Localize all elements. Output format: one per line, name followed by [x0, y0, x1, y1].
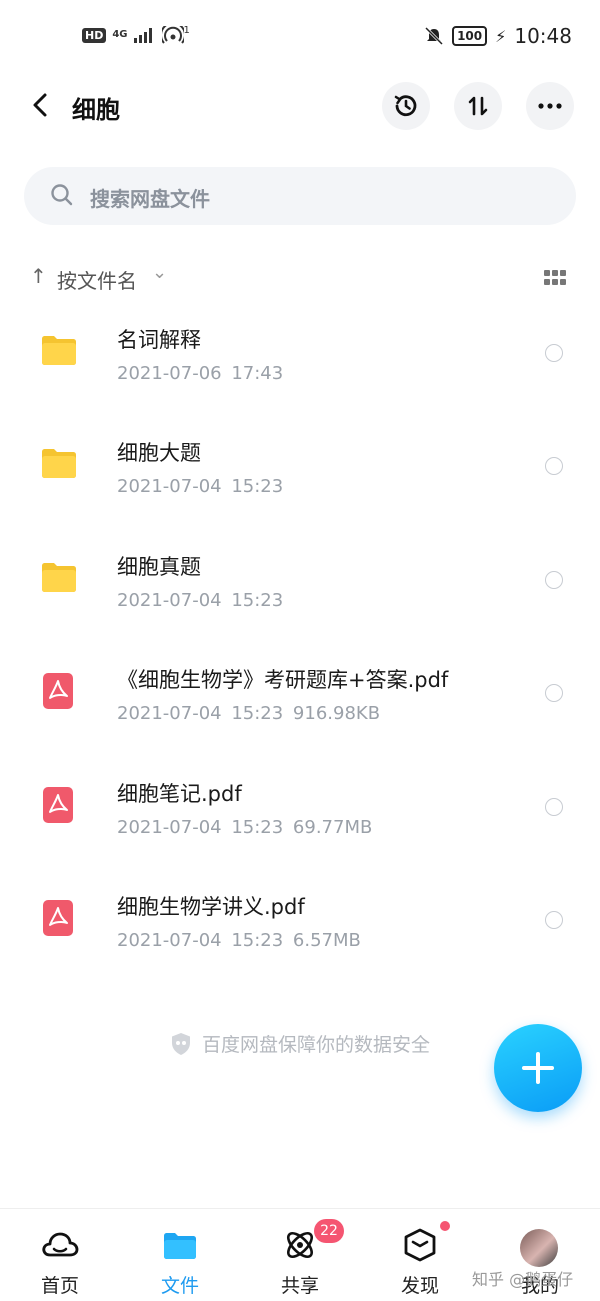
hotspot-icon [161, 26, 184, 44]
file-name: 细胞生物学讲义.pdf [117, 894, 305, 919]
file-name: 《细胞生物学》考研题库+答案.pdf [117, 668, 449, 693]
file-row[interactable]: 细胞生物学讲义.pdf 2021-07-04 15:23 6.57MB [0, 867, 600, 980]
file-meta: 2021-07-04 15:23 69.77MB [117, 816, 373, 838]
folder-icon [42, 562, 76, 592]
file-row[interactable]: 细胞大题 2021-07-04 15:23 [0, 413, 600, 526]
file-list: 名词解释 2021-07-06 17:43 细胞大题 2021-07-04 15:23… [0, 300, 600, 980]
nav-home[interactable]: 首页 [0, 1209, 120, 1301]
signal-icon [133, 28, 152, 43]
search-icon [51, 184, 73, 206]
plus-icon [522, 1052, 554, 1084]
sort-toggle-button[interactable] [454, 82, 502, 130]
file-meta: 2021-07-06 17:43 [117, 363, 284, 384]
charging-icon: ⚡ [495, 26, 507, 46]
sort-direction-icon[interactable]: ↑ [30, 264, 47, 288]
select-checkbox[interactable] [545, 797, 563, 816]
bell-muted-icon [425, 26, 444, 46]
sort-row: ↑ 按文件名 ⌄ [0, 262, 600, 298]
nav-share[interactable]: 22 共享 [240, 1209, 360, 1301]
more-button[interactable] [526, 82, 574, 130]
folder-icon [42, 449, 76, 479]
file-meta: 2021-07-04 15:23 [117, 589, 284, 611]
pdf-file-icon [43, 673, 73, 710]
file-row[interactable]: 细胞真题 2021-07-04 15:23 [0, 527, 600, 640]
file-row[interactable]: 《细胞生物学》考研题库+答案.pdf 2021-07-04 15:23 916.9… [0, 640, 600, 753]
nav-files[interactable]: 文件 [120, 1209, 240, 1301]
pdf-file-icon [43, 786, 73, 823]
sort-arrows-icon [468, 96, 488, 116]
hotspot-count: 1 [183, 24, 190, 36]
file-row[interactable]: 细胞笔记.pdf 2021-07-04 15:23 69.77MB [0, 754, 600, 867]
file-row[interactable]: 名词解释 2021-07-06 17:43 [0, 300, 600, 413]
sort-label[interactable]: 按文件名 [57, 265, 137, 294]
file-meta: 2021-07-04 15:23 916.98KB [117, 703, 381, 725]
network-type: 4G [112, 29, 128, 40]
add-button[interactable] [494, 1024, 582, 1112]
header: 细胞 [0, 76, 600, 136]
status-bar: HD 4G 1 100 ⚡ 10:48 [0, 0, 600, 76]
hd-badge: HD [82, 27, 107, 43]
file-name: 细胞笔记.pdf [117, 781, 242, 806]
page-title: 细胞 [72, 96, 120, 124]
select-checkbox[interactable] [545, 684, 563, 703]
history-icon [394, 95, 417, 117]
discover-cube-icon [400, 1225, 440, 1265]
back-arrow-icon [33, 93, 47, 117]
share-badge: 22 [314, 1219, 344, 1243]
shield-icon [171, 1032, 190, 1055]
select-checkbox[interactable] [545, 344, 563, 362]
nav-home-label: 首页 [40, 1275, 79, 1297]
status-left: HD 4G 1 [82, 24, 190, 44]
file-meta: 2021-07-04 15:23 6.57MB [117, 929, 361, 951]
discover-dot [440, 1221, 450, 1231]
file-name: 名词解释 [117, 328, 201, 352]
file-name: 细胞大题 [117, 441, 201, 466]
clock: 10:48 [514, 24, 572, 48]
folder-icon [160, 1225, 200, 1265]
nav-discover[interactable]: 发现 [360, 1209, 480, 1301]
nav-files-label: 文件 [160, 1275, 199, 1297]
nav-share-label: 共享 [280, 1275, 319, 1297]
grid-view-icon[interactable] [544, 270, 566, 286]
folder-icon [42, 336, 76, 365]
file-name: 细胞真题 [117, 554, 201, 579]
chevron-down-icon[interactable]: ⌄ [152, 262, 167, 283]
select-checkbox[interactable] [545, 910, 563, 929]
security-text: 百度网盘保障你的数据安全 [201, 1034, 430, 1056]
pdf-file-icon [43, 899, 73, 936]
watermark: 知乎 @鹅蛋仔 [472, 1270, 574, 1289]
home-cloud-icon [40, 1225, 80, 1265]
avatar [520, 1229, 558, 1267]
more-dots-icon [538, 103, 562, 109]
search-input[interactable]: 搜索网盘文件 [24, 167, 576, 225]
back-button[interactable] [26, 90, 56, 120]
select-checkbox[interactable] [545, 570, 563, 589]
nav-discover-label: 发现 [400, 1275, 439, 1297]
status-right: 100 ⚡ 10:48 [424, 24, 572, 48]
battery-level: 100 [452, 26, 488, 46]
file-meta: 2021-07-04 15:23 [117, 476, 284, 498]
history-button[interactable] [382, 82, 430, 130]
search-placeholder: 搜索网盘文件 [90, 187, 210, 211]
select-checkbox[interactable] [545, 457, 563, 476]
